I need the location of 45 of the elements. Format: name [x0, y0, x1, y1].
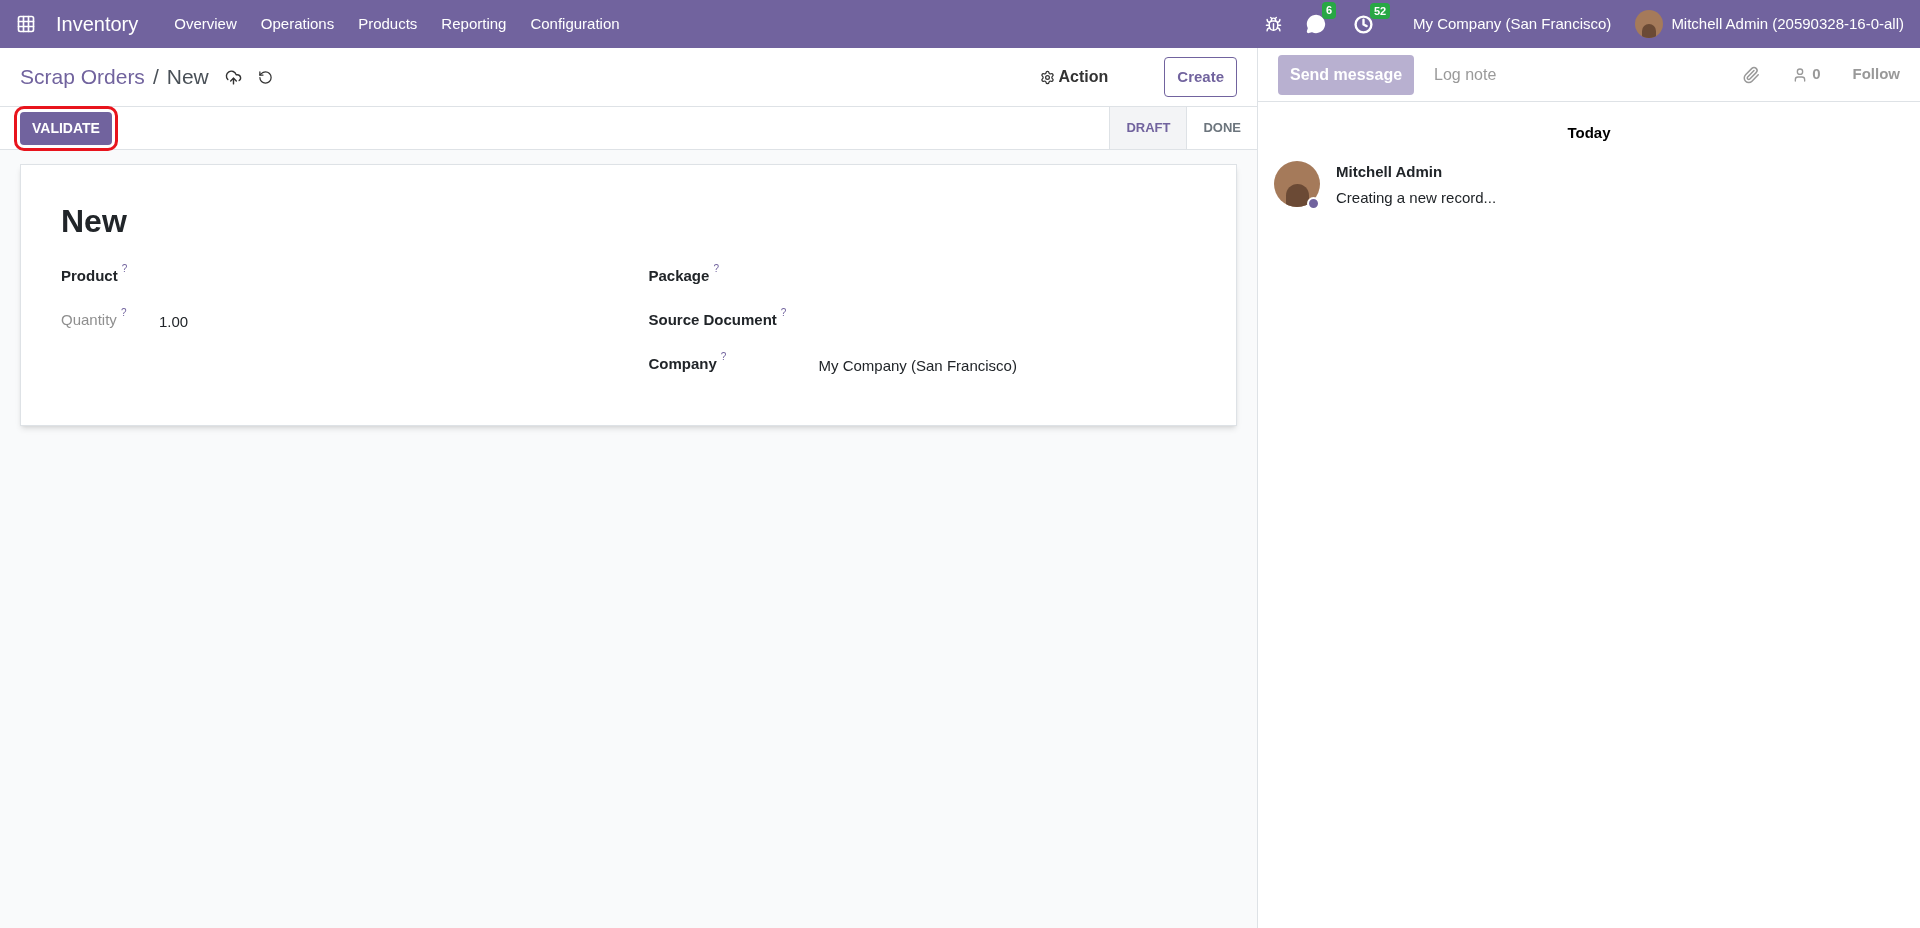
activities-clock-icon[interactable] — [1353, 14, 1373, 34]
app-menu-icon[interactable] — [16, 14, 36, 34]
activities-count-badge: 52 — [1369, 2, 1391, 19]
create-button[interactable]: Create — [1164, 56, 1237, 98]
followers-count[interactable]: 0 — [1812, 63, 1821, 86]
help-mark[interactable]: ? — [780, 307, 787, 319]
menu-item[interactable]: Reporting — [429, 12, 519, 36]
breadcrumb-current: New — [166, 64, 209, 91]
menu-item[interactable]: Products — [346, 12, 430, 36]
help-mark[interactable]: ? — [713, 263, 719, 275]
help-mark[interactable]: ? — [120, 307, 127, 319]
author-avatar — [1274, 160, 1320, 207]
app-name[interactable]: Inventory — [56, 9, 139, 39]
user-menu[interactable]: Mitchell Admin (20590328-16-0-all) — [1671, 12, 1904, 36]
menu-item[interactable]: Configuration — [518, 12, 632, 36]
date-separator: Today — [1567, 123, 1611, 143]
save-cloud-icon[interactable] — [224, 68, 242, 86]
message-author: Mitchell Admin — [1336, 161, 1444, 182]
paperclip-icon[interactable] — [1742, 65, 1761, 84]
company-switcher[interactable]: My Company (San Francisco) — [1412, 12, 1612, 36]
help-mark[interactable]: ? — [121, 263, 128, 275]
follow-button[interactable]: Follow — [1852, 63, 1900, 86]
breadcrumb-link[interactable]: Scrap Orders — [20, 61, 145, 93]
field-label: Product — [61, 266, 118, 286]
messages-count-badge: 6 — [1321, 2, 1337, 19]
help-mark[interactable]: ? — [720, 351, 727, 363]
field-label: Source Document — [648, 310, 777, 330]
field-label: Package — [648, 266, 710, 286]
field-label: Company — [648, 354, 717, 374]
menu-item[interactable]: Operations — [248, 12, 347, 36]
debug-bug-icon[interactable] — [1264, 15, 1282, 33]
message-body: Creating a new record... — [1336, 188, 1497, 208]
action-menu-button[interactable]: Action — [1039, 65, 1109, 89]
log-note-button[interactable]: Log note — [1414, 62, 1517, 87]
status-stage[interactable]: DRAFT — [1109, 107, 1187, 149]
discard-undo-icon[interactable] — [257, 69, 273, 85]
user-avatar — [1635, 10, 1664, 38]
field-value[interactable]: 1.00 — [159, 309, 189, 334]
breadcrumb-separator: / — [152, 64, 159, 91]
messages-icon[interactable] — [1305, 14, 1326, 34]
field-label: Quantity — [61, 310, 117, 330]
gear-icon — [1039, 69, 1055, 85]
field-value[interactable]: My Company (San Francisco) — [818, 353, 1017, 378]
menu-item[interactable]: Overview — [162, 12, 249, 36]
record-title: New — [61, 202, 128, 241]
